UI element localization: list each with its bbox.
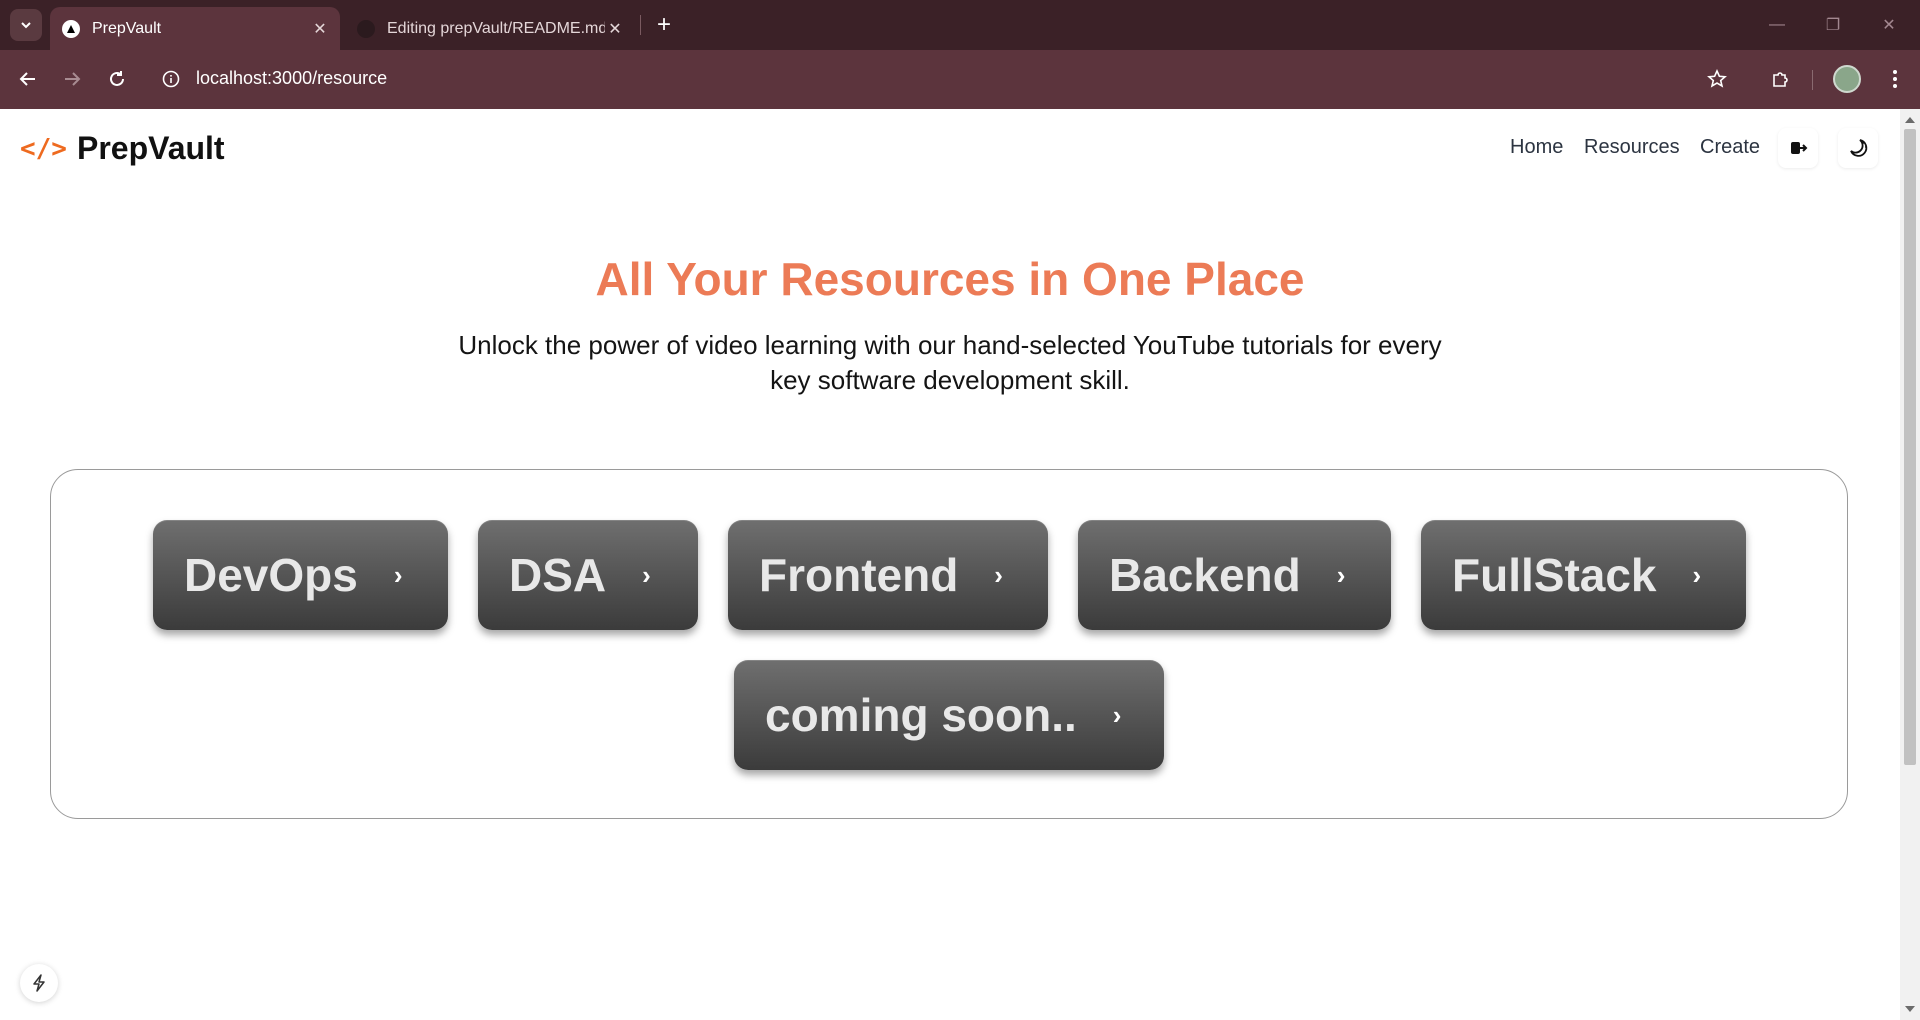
logout-icon: [1791, 142, 1808, 154]
category-label: DSA: [509, 549, 607, 601]
moon-icon: [1850, 139, 1868, 157]
kebab-menu-icon[interactable]: [1880, 64, 1910, 94]
tab-divider: [640, 15, 641, 35]
lightning-bolt-icon: [33, 974, 45, 992]
window-close-button[interactable]: ✕: [1875, 12, 1903, 38]
hero-title: All Your Resources in One Place: [595, 253, 1305, 305]
site-logo[interactable]: </> PrepVault: [20, 130, 225, 167]
category-coming-soon-button[interactable]: coming soon.. ›: [734, 660, 1164, 770]
theme-toggle-button[interactable]: [1838, 128, 1878, 168]
tab-title: Editing prepVault/README.md: [387, 19, 605, 37]
profile-avatar[interactable]: [1833, 65, 1861, 93]
category-frontend-button[interactable]: Frontend ›: [728, 520, 1048, 630]
chevron-right-icon: ›: [642, 559, 651, 590]
close-icon[interactable]: ✕: [605, 19, 625, 39]
chevron-right-icon: ›: [1692, 559, 1702, 590]
tab-readme[interactable]: Editing prepVault/README.md ✕: [345, 7, 635, 50]
address-bar[interactable]: localhost:3000/resource: [196, 68, 387, 89]
new-tab-button[interactable]: +: [650, 11, 678, 39]
scroll-down-arrow[interactable]: [1905, 1006, 1915, 1012]
bookmark-star-icon[interactable]: [1702, 64, 1732, 94]
chevron-right-icon: ›: [393, 559, 403, 590]
nav-link-home[interactable]: Home: [1510, 136, 1563, 159]
restore-button[interactable]: ❐: [1819, 12, 1847, 38]
scroll-thumb[interactable]: [1904, 129, 1916, 765]
nextjs-icon: [62, 19, 80, 38]
close-icon[interactable]: ✕: [310, 19, 330, 39]
minimize-button[interactable]: —: [1763, 12, 1791, 38]
toolbar-divider: [1812, 70, 1813, 90]
page-scrollbar[interactable]: [1900, 109, 1920, 1020]
reload-button[interactable]: [102, 64, 132, 94]
extensions-puzzle-icon[interactable]: [1766, 64, 1796, 94]
chevron-right-icon: ›: [1336, 559, 1346, 590]
browser-toolbar: localhost:3000/resource: [0, 50, 1920, 109]
browser-tab-bar: PrepVault ✕ Editing prepVault/README.md …: [0, 0, 1920, 50]
category-label: Frontend: [759, 549, 959, 601]
reload-icon: [110, 71, 124, 86]
category-fullstack-button[interactable]: FullStack ›: [1421, 520, 1746, 630]
logout-button[interactable]: [1778, 128, 1818, 168]
chevron-right-icon: ›: [1112, 699, 1122, 730]
scroll-up-arrow[interactable]: [1905, 117, 1915, 123]
category-dsa-button[interactable]: DSA ›: [478, 520, 698, 630]
category-label: FullStack: [1452, 549, 1657, 601]
chevron-down-icon: [21, 22, 31, 29]
hero-subtitle: Unlock the power of video learning with …: [458, 330, 1442, 395]
nav-link-create[interactable]: Create: [1700, 136, 1760, 159]
arrow-right-icon: [65, 72, 81, 86]
nav-link-resources[interactable]: Resources: [1584, 136, 1680, 159]
github-icon: [357, 19, 375, 38]
code-icon: </>: [20, 133, 67, 164]
category-devops-button[interactable]: DevOps ›: [153, 520, 448, 630]
forward-button[interactable]: [57, 64, 87, 94]
category-label: coming soon..: [765, 689, 1077, 741]
category-backend-button[interactable]: Backend ›: [1078, 520, 1391, 630]
chevron-right-icon: ›: [994, 559, 1003, 590]
devtools-button[interactable]: [20, 964, 58, 1002]
category-label: Backend: [1109, 549, 1301, 601]
tab-prepvault[interactable]: PrepVault ✕: [50, 7, 340, 50]
tab-title: PrepVault: [92, 19, 162, 37]
site-info-icon[interactable]: [160, 68, 182, 90]
arrow-left-icon: [19, 72, 35, 86]
brand-name: PrepVault: [76, 130, 225, 166]
category-label: DevOps: [184, 549, 358, 601]
tab-search-button[interactable]: [10, 9, 42, 41]
back-button[interactable]: [13, 64, 43, 94]
